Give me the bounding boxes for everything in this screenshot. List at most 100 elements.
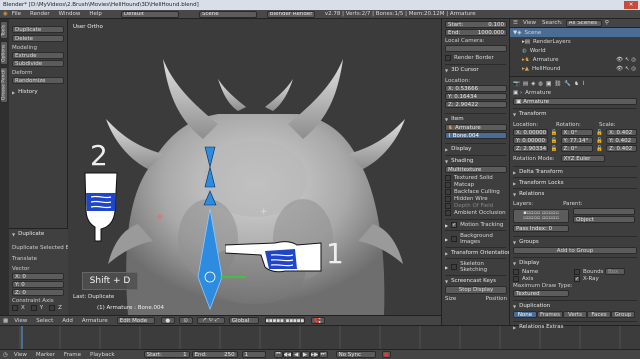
location-x-field[interactable]: X: 0.00000 xyxy=(513,129,548,136)
3d-viewport[interactable]: User Ortho + ⊕ 2 1 Shift + D Last: Dupli… xyxy=(68,19,441,315)
rotation-y-field[interactable]: Y: 77.14° xyxy=(560,137,594,144)
delete-button[interactable]: Delete xyxy=(12,35,64,42)
menu-armature[interactable]: Armature xyxy=(82,318,108,324)
menu-select[interactable]: Select xyxy=(36,318,53,324)
menu-tl-view[interactable]: View xyxy=(14,352,27,358)
xray-checkbox[interactable] xyxy=(574,276,580,282)
bounds-checkbox[interactable] xyxy=(574,268,580,275)
clip-end-field[interactable]: End: 1000.000 xyxy=(445,29,507,36)
clip-start-field[interactable]: Start: 0.100 xyxy=(445,21,507,28)
outliner-row-scene[interactable]: ▼◈ Scene xyxy=(510,28,640,37)
menu-render[interactable]: Render xyxy=(30,11,50,17)
lock-icon[interactable]: 🔓 xyxy=(551,130,558,136)
manipulator-toggle[interactable]: ↗ ↻ ⤢ xyxy=(196,317,225,324)
transform-locks-header[interactable]: Transform Locks xyxy=(513,177,637,186)
duplication-header[interactable]: Duplication xyxy=(513,300,637,309)
rotation-z-field[interactable]: Z: 0° xyxy=(560,145,594,152)
ambient-occlusion-checkbox[interactable] xyxy=(445,210,451,216)
snap-toggle[interactable]: 🧲 xyxy=(310,317,325,324)
blender-logo-icon[interactable]: ◉ xyxy=(3,11,8,17)
menu-help[interactable]: Help xyxy=(89,11,102,17)
cursor-y-field[interactable]: Y: 0.16434 xyxy=(445,93,507,100)
dup-frames-tab[interactable]: Frames xyxy=(537,311,563,318)
extrude-button[interactable]: Extrude xyxy=(12,52,64,59)
record-button[interactable]: ● xyxy=(381,351,391,358)
render-border-checkbox[interactable] xyxy=(445,55,451,61)
timeline-editor-icon[interactable]: ◷ xyxy=(3,352,8,358)
menu-file[interactable]: File xyxy=(12,11,21,17)
bone-name-field[interactable]: ⌇ Bone.004 xyxy=(445,132,507,139)
history-header[interactable]: History xyxy=(12,89,64,95)
textured-solid-checkbox[interactable] xyxy=(445,175,451,181)
sync-select[interactable]: No Sync xyxy=(335,351,376,358)
layers-grid[interactable]: ▪▪▪▪▪ ▪▪▪▪▪ xyxy=(264,317,305,324)
tab-options[interactable]: Options xyxy=(0,41,8,65)
mode-select[interactable]: Edit Mode xyxy=(116,317,155,324)
axis-checkbox[interactable] xyxy=(513,276,519,282)
3d-cursor-header[interactable]: 3D Cursor xyxy=(445,64,506,73)
cursor-z-field[interactable]: Z: 2.90422 xyxy=(445,101,507,108)
name-checkbox[interactable] xyxy=(513,268,519,275)
bone-tab-icon[interactable]: ⌇ xyxy=(582,81,585,87)
skeleton-sketching-checkbox[interactable] xyxy=(451,264,458,270)
relations-extras-header[interactable]: Relations Extras xyxy=(513,321,637,330)
relations-header[interactable]: Relations xyxy=(513,188,637,197)
shading-header[interactable]: Shading xyxy=(445,155,506,164)
lock-icon-5[interactable]: 🔓 xyxy=(551,146,558,152)
screencast-keys-header[interactable]: Screencast Keys xyxy=(445,275,506,284)
eye-icon-2[interactable]: 👁 ↖ ◎ xyxy=(616,66,636,72)
dup-faces-tab[interactable]: Faces xyxy=(587,311,611,318)
object-tab-icon[interactable]: ▣ xyxy=(546,80,552,87)
bounds-type-select[interactable]: Box xyxy=(605,268,625,275)
jump-start-button[interactable]: ⏮ xyxy=(273,351,283,358)
scale-y-field[interactable]: Y: 0.402 xyxy=(606,137,637,144)
vector-z-field[interactable]: Z: 0 xyxy=(12,289,64,296)
tab-grease-pencil[interactable]: Grease Pencil xyxy=(0,67,8,103)
outliner-filter-select[interactable]: All Scenes xyxy=(565,19,602,27)
render-tab-icon[interactable]: 📷 xyxy=(513,81,520,87)
tab-tools[interactable]: Tools xyxy=(0,21,8,39)
add-to-group-button[interactable]: Add to Group xyxy=(513,247,637,254)
depth-of-field-checkbox[interactable] xyxy=(445,203,451,209)
subdivide-button[interactable]: Subdivide xyxy=(12,60,64,67)
matcap-checkbox[interactable] xyxy=(445,182,451,188)
lock-icon-2[interactable]: 🔓 xyxy=(596,130,603,136)
operator-title[interactable]: Duplicate xyxy=(12,231,65,237)
background-images-label[interactable]: Background Images xyxy=(460,233,506,245)
layout-select[interactable]: Default xyxy=(120,10,179,18)
constraint-tab-icon[interactable]: ⛓ xyxy=(554,81,561,87)
jump-end-button[interactable]: ⏭ xyxy=(318,351,328,358)
transform-header[interactable]: Transform xyxy=(513,108,637,117)
axis-z-checkbox[interactable] xyxy=(49,305,56,311)
duplicate-button[interactable]: Duplicate xyxy=(12,26,64,33)
display-header-props[interactable]: Display xyxy=(513,257,637,266)
data-tab-icon[interactable]: ♞ xyxy=(574,81,579,87)
transform-orientations-header[interactable]: Transform Orientations xyxy=(445,247,514,256)
background-images-checkbox[interactable] xyxy=(451,236,458,242)
modifier-tab-icon[interactable]: 🔧 xyxy=(564,81,571,87)
close-icon[interactable]: ✕ xyxy=(624,1,638,9)
vector-y-field[interactable]: Y: 0 xyxy=(12,281,64,288)
dup-none-tab[interactable]: None xyxy=(513,311,537,318)
motion-tracking-checkbox[interactable] xyxy=(451,222,458,228)
prev-key-button[interactable]: ◀◀ xyxy=(282,351,292,358)
outliner-row-world[interactable]: ◍ World xyxy=(510,46,640,55)
outliner-editor-icon[interactable]: ☰ xyxy=(513,20,518,26)
location-z-field[interactable]: Z: 2.90334 xyxy=(513,145,548,152)
object-layers-grid[interactable]: ▪▫▫▫▫ ▫▫▫▫▫ ▫▫▫▫▫ ▫▫▫▫▫ xyxy=(513,208,569,223)
local-camera-field[interactable] xyxy=(445,45,507,52)
menu-tl-marker[interactable]: Marker xyxy=(36,352,55,358)
randomize-button[interactable]: Randomize xyxy=(12,77,64,84)
delta-transform-header[interactable]: Delta Transform xyxy=(513,166,637,175)
dup-verts-tab[interactable]: Verts xyxy=(563,311,587,318)
scale-x-field[interactable]: X: 0.402 xyxy=(606,129,637,136)
parent-field[interactable] xyxy=(573,208,635,215)
scene-tab-icon[interactable]: ◈ xyxy=(531,81,535,87)
scale-z-field[interactable]: Z: 0.402 xyxy=(606,145,637,152)
motion-tracking-label[interactable]: Motion Tracking xyxy=(460,222,503,228)
shading-select[interactable]: ● xyxy=(160,317,175,324)
search-icon[interactable]: ⚲ xyxy=(605,20,609,26)
lock-icon-6[interactable]: 🔓 xyxy=(596,146,603,152)
outliner-row-hellhound[interactable]: ▸▲ HellHound 👁 ↖ ◎ xyxy=(510,64,640,73)
current-frame-field[interactable]: 1 xyxy=(241,351,266,358)
